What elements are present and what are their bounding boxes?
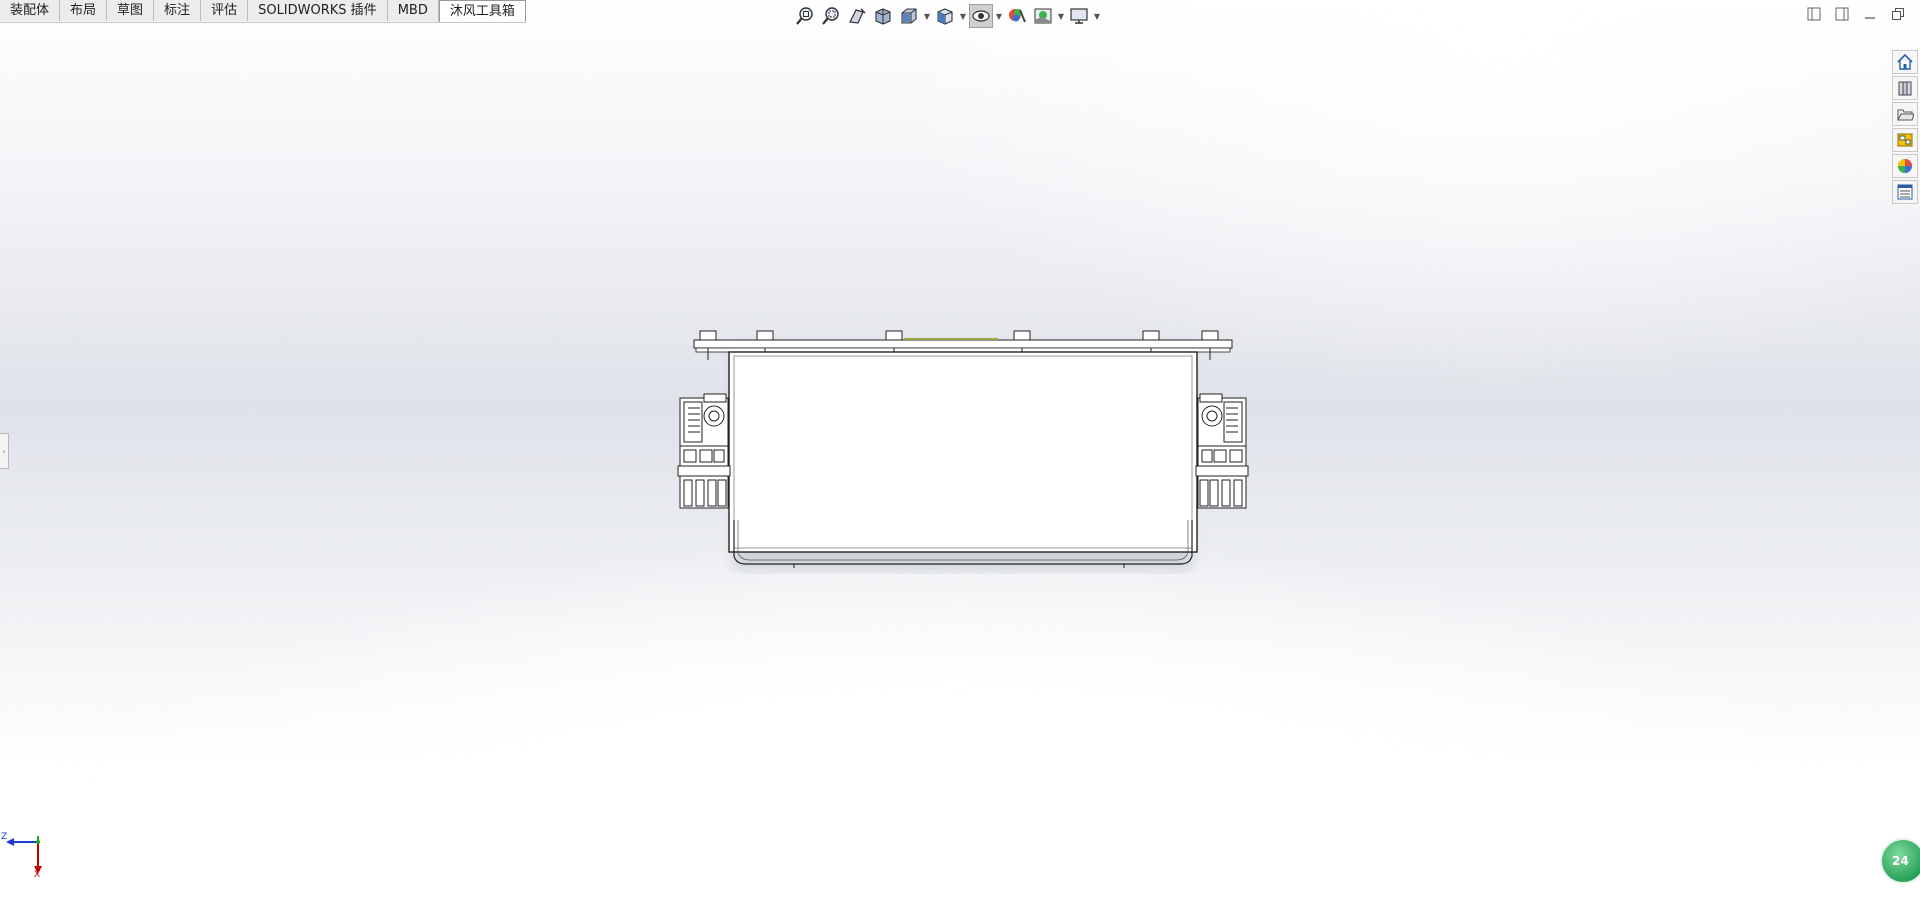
appearances-icon[interactable] xyxy=(1892,154,1918,178)
reference-triad: Z X xyxy=(0,830,50,880)
view-palette-icon[interactable] xyxy=(1892,128,1918,152)
chevron-right-icon: › xyxy=(2,446,6,456)
display-style-icon[interactable] xyxy=(933,4,957,28)
view-settings-icon[interactable] xyxy=(1067,4,1091,28)
design-library-icon[interactable] xyxy=(1892,76,1918,100)
custom-properties-icon[interactable] xyxy=(1892,180,1918,204)
feature-manager-expand-handle[interactable]: › xyxy=(0,433,9,469)
hide-show-items-icon[interactable] xyxy=(969,4,993,28)
previous-view-icon[interactable] xyxy=(845,4,869,28)
apply-scene-icon[interactable] xyxy=(1031,4,1055,28)
triad-x-label: X xyxy=(34,870,41,880)
minimize-icon[interactable] xyxy=(1862,6,1878,22)
chevron-down-icon[interactable]: ▼ xyxy=(1057,4,1065,28)
view-orientation-icon[interactable] xyxy=(897,4,921,28)
task-pane xyxy=(1892,50,1918,204)
status-badge[interactable]: 24 xyxy=(1880,838,1920,884)
file-explorer-icon[interactable] xyxy=(1892,102,1918,126)
chevron-down-icon[interactable]: ▼ xyxy=(959,4,967,28)
tab-sketch[interactable]: 草图 xyxy=(107,0,155,21)
chevron-down-icon[interactable]: ▼ xyxy=(995,4,1003,28)
edit-appearance-icon[interactable] xyxy=(1005,4,1029,28)
tab-evaluate[interactable]: 评估 xyxy=(201,0,249,21)
section-view-icon[interactable] xyxy=(871,4,895,28)
tile-left-icon[interactable] xyxy=(1806,6,1822,22)
home-icon[interactable] xyxy=(1892,50,1918,74)
model-drawing xyxy=(677,330,1249,570)
tab-mbd[interactable]: MBD xyxy=(387,0,439,21)
tab-solidworks-addins[interactable]: SOLIDWORKS 插件 xyxy=(248,0,388,21)
tab-layout[interactable]: 布局 xyxy=(60,0,108,21)
zoom-to-area-icon[interactable] xyxy=(819,4,843,28)
command-manager-tabs: 装配体 布局 草图 标注 评估 SOLIDWORKS 插件 MBD 沐风工具箱 xyxy=(0,0,526,23)
triad-z-label: Z xyxy=(1,832,8,842)
chevron-down-icon[interactable]: ▼ xyxy=(1093,4,1101,28)
assembly-model-view[interactable] xyxy=(674,320,1252,574)
tab-mufeng-toolbox[interactable]: 沐风工具箱 xyxy=(438,0,526,22)
tab-assembly[interactable]: 装配体 xyxy=(0,0,61,21)
tile-right-icon[interactable] xyxy=(1834,6,1850,22)
heads-up-view-toolbar: ▼ ▼ ▼ ▼ ▼ xyxy=(793,4,1101,28)
zoom-to-fit-icon[interactable] xyxy=(793,4,817,28)
chevron-down-icon[interactable]: ▼ xyxy=(923,4,931,28)
tab-markup[interactable]: 标注 xyxy=(154,0,202,21)
window-controls xyxy=(1806,6,1906,22)
restore-icon[interactable] xyxy=(1890,6,1906,22)
